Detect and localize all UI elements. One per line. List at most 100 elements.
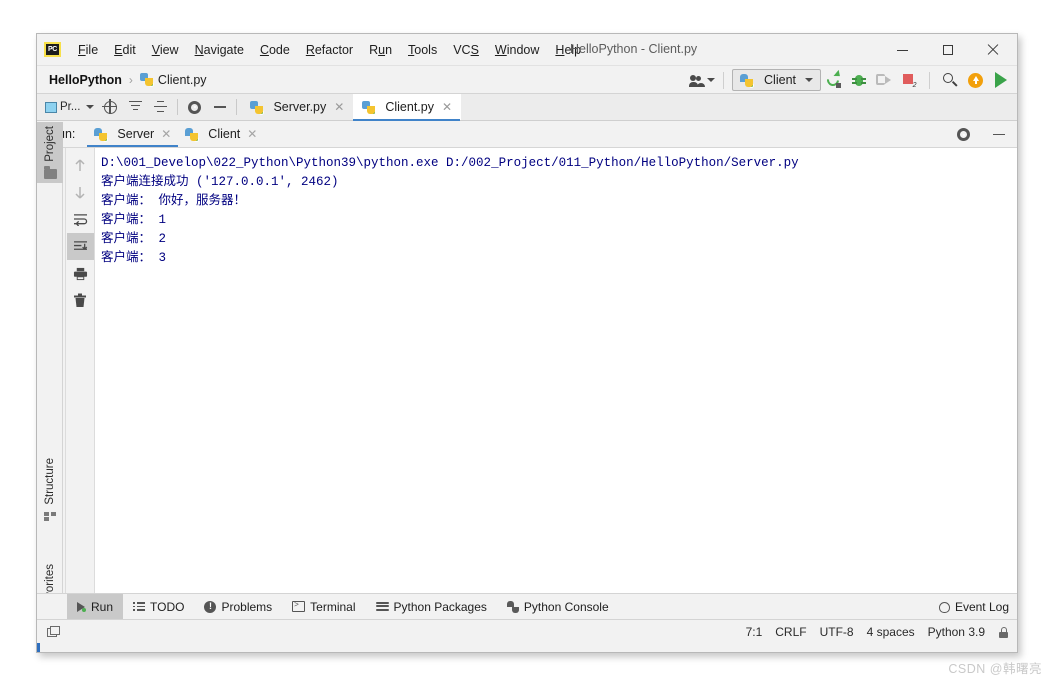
- lock-icon[interactable]: [998, 626, 1009, 638]
- run-hide-button[interactable]: [986, 122, 1011, 148]
- hide-icon: [992, 133, 1005, 136]
- menu-item-refactor[interactable]: Refactor: [298, 41, 361, 59]
- terminal-icon: [292, 600, 306, 612]
- todo-icon: [133, 602, 146, 611]
- python-console-icon: [506, 600, 519, 613]
- previous-occurrence-button[interactable]: [67, 152, 94, 179]
- project-view-chip[interactable]: Pr...: [41, 101, 98, 113]
- console-output[interactable]: D:\001_Develop\022_Python\Python39\pytho…: [95, 148, 1017, 593]
- share-project-button[interactable]: [689, 68, 716, 92]
- event-log-label: Event Log: [954, 600, 1009, 614]
- bottom-tab-python-console[interactable]: Python Console: [497, 594, 619, 620]
- print-button[interactable]: [67, 260, 94, 287]
- window-title: HelloPython - Client.py: [570, 42, 698, 56]
- event-log-button[interactable]: Event Log: [938, 594, 1009, 620]
- gear-icon: [188, 100, 202, 114]
- people-icon: [689, 74, 706, 87]
- run-with-coverage-button[interactable]: [871, 68, 896, 92]
- hide-panel-button[interactable]: [207, 94, 232, 120]
- bottom-tab-label: Python Console: [523, 599, 609, 614]
- bottom-tab-terminal[interactable]: Terminal: [282, 594, 365, 620]
- bottom-tab-problems[interactable]: ! Problems: [194, 594, 282, 620]
- bottom-tab-run[interactable]: Run: [67, 593, 124, 620]
- run-tab-server[interactable]: Server ✕: [87, 121, 179, 147]
- bottom-tab-label: Problems: [221, 599, 273, 614]
- window-minimize-button[interactable]: [880, 34, 925, 66]
- down-arrow-icon: [75, 187, 85, 199]
- editor-tab-label: Server.py: [273, 100, 327, 114]
- interpreter-selector[interactable]: Python 3.9: [928, 625, 985, 639]
- next-occurrence-button[interactable]: [67, 179, 94, 206]
- file-encoding[interactable]: UTF-8: [820, 625, 854, 639]
- search-everywhere-button[interactable]: [938, 68, 963, 92]
- menu-item-vcs[interactable]: VCS: [445, 41, 487, 59]
- menu-item-file[interactable]: File: [70, 41, 106, 59]
- indent-setting[interactable]: 4 spaces: [867, 625, 915, 639]
- run-configuration-label: Client: [764, 73, 796, 87]
- menu-item-code[interactable]: Code: [252, 41, 298, 59]
- soft-wrap-button[interactable]: [67, 206, 94, 233]
- python-config-icon: [740, 73, 755, 88]
- clear-all-button[interactable]: [67, 287, 94, 314]
- play-button[interactable]: [988, 68, 1013, 92]
- run-button[interactable]: [821, 68, 846, 92]
- menu-item-window[interactable]: Window: [487, 41, 547, 59]
- run-settings-button[interactable]: [951, 122, 976, 148]
- window-close-button[interactable]: [970, 34, 1015, 66]
- run-tool-window-body: D:\001_Develop\022_Python\Python39\pytho…: [37, 148, 1017, 593]
- scroll-to-end-button[interactable]: [66, 233, 94, 260]
- window-maximize-button[interactable]: [925, 34, 970, 66]
- editor-tab-server[interactable]: Server.py ✕: [241, 94, 353, 120]
- breadcrumb-project[interactable]: HelloPython: [49, 73, 122, 87]
- run-configuration-selector[interactable]: Client: [732, 69, 821, 91]
- locate-icon: [102, 98, 118, 114]
- run-icon: [77, 601, 86, 612]
- collapse-all-button[interactable]: [148, 94, 173, 120]
- run-tab-label: Client: [208, 127, 241, 141]
- close-tab-icon[interactable]: ✕: [161, 127, 171, 141]
- bottom-tab-todo[interactable]: TODO: [123, 594, 194, 620]
- caret-position[interactable]: 7:1: [746, 625, 763, 639]
- console-line: 客户端： 2: [101, 232, 167, 246]
- sidebar-item-label: Structure: [44, 458, 56, 505]
- menu-item-view[interactable]: View: [144, 41, 187, 59]
- toolbar-divider: [177, 99, 179, 115]
- line-separator[interactable]: CRLF: [775, 625, 806, 639]
- play-icon: [994, 72, 1007, 88]
- menu-item-navigate[interactable]: Navigate: [187, 41, 252, 59]
- window-icon[interactable]: [47, 625, 60, 638]
- close-tab-icon[interactable]: ✕: [247, 127, 257, 141]
- editor-tab-label: Client.py: [385, 100, 434, 114]
- pycharm-window: PC File Edit View Navigate Code Refactor…: [36, 33, 1018, 653]
- debug-button[interactable]: [846, 68, 871, 92]
- locate-button[interactable]: [98, 94, 123, 120]
- left-tool-stripe: Project Structure Favorites ★: [37, 122, 63, 631]
- status-bar-right: 7:1 CRLF UTF-8 4 spaces Python 3.9: [746, 620, 1009, 644]
- breadcrumb-file[interactable]: Client.py: [158, 73, 207, 87]
- menu-item-edit[interactable]: Edit: [106, 41, 144, 59]
- project-icon: [45, 101, 57, 113]
- menu-item-tools[interactable]: Tools: [400, 41, 445, 59]
- collapse-all-icon: [154, 100, 168, 114]
- editor-tab-client[interactable]: Client.py ✕: [353, 94, 462, 121]
- editor-tools: Pr...: [37, 94, 232, 120]
- stop-button[interactable]: 2: [896, 68, 921, 92]
- settings-button[interactable]: [182, 94, 207, 120]
- soft-wrap-icon: [73, 214, 87, 226]
- run-header-tools: [951, 121, 1011, 148]
- search-icon: [943, 72, 958, 88]
- sidebar-item-project[interactable]: Project: [37, 122, 63, 183]
- python-file-icon: [362, 100, 377, 115]
- menu-item-run[interactable]: Run: [361, 41, 400, 59]
- run-tool-window: Run: Server ✕ Client ✕: [37, 121, 1017, 593]
- update-button[interactable]: [963, 68, 988, 92]
- sidebar-item-structure[interactable]: Structure: [37, 454, 63, 525]
- close-tab-icon[interactable]: ✕: [442, 100, 452, 114]
- expand-all-icon: [129, 100, 143, 114]
- up-arrow-icon: [75, 159, 85, 171]
- navigation-bar: HelloPython › Client.py Client 2: [37, 66, 1017, 94]
- expand-all-button[interactable]: [123, 94, 148, 120]
- close-tab-icon[interactable]: ✕: [334, 100, 344, 114]
- run-tab-client[interactable]: Client ✕: [178, 121, 264, 147]
- bottom-tab-python-packages[interactable]: Python Packages: [366, 594, 497, 620]
